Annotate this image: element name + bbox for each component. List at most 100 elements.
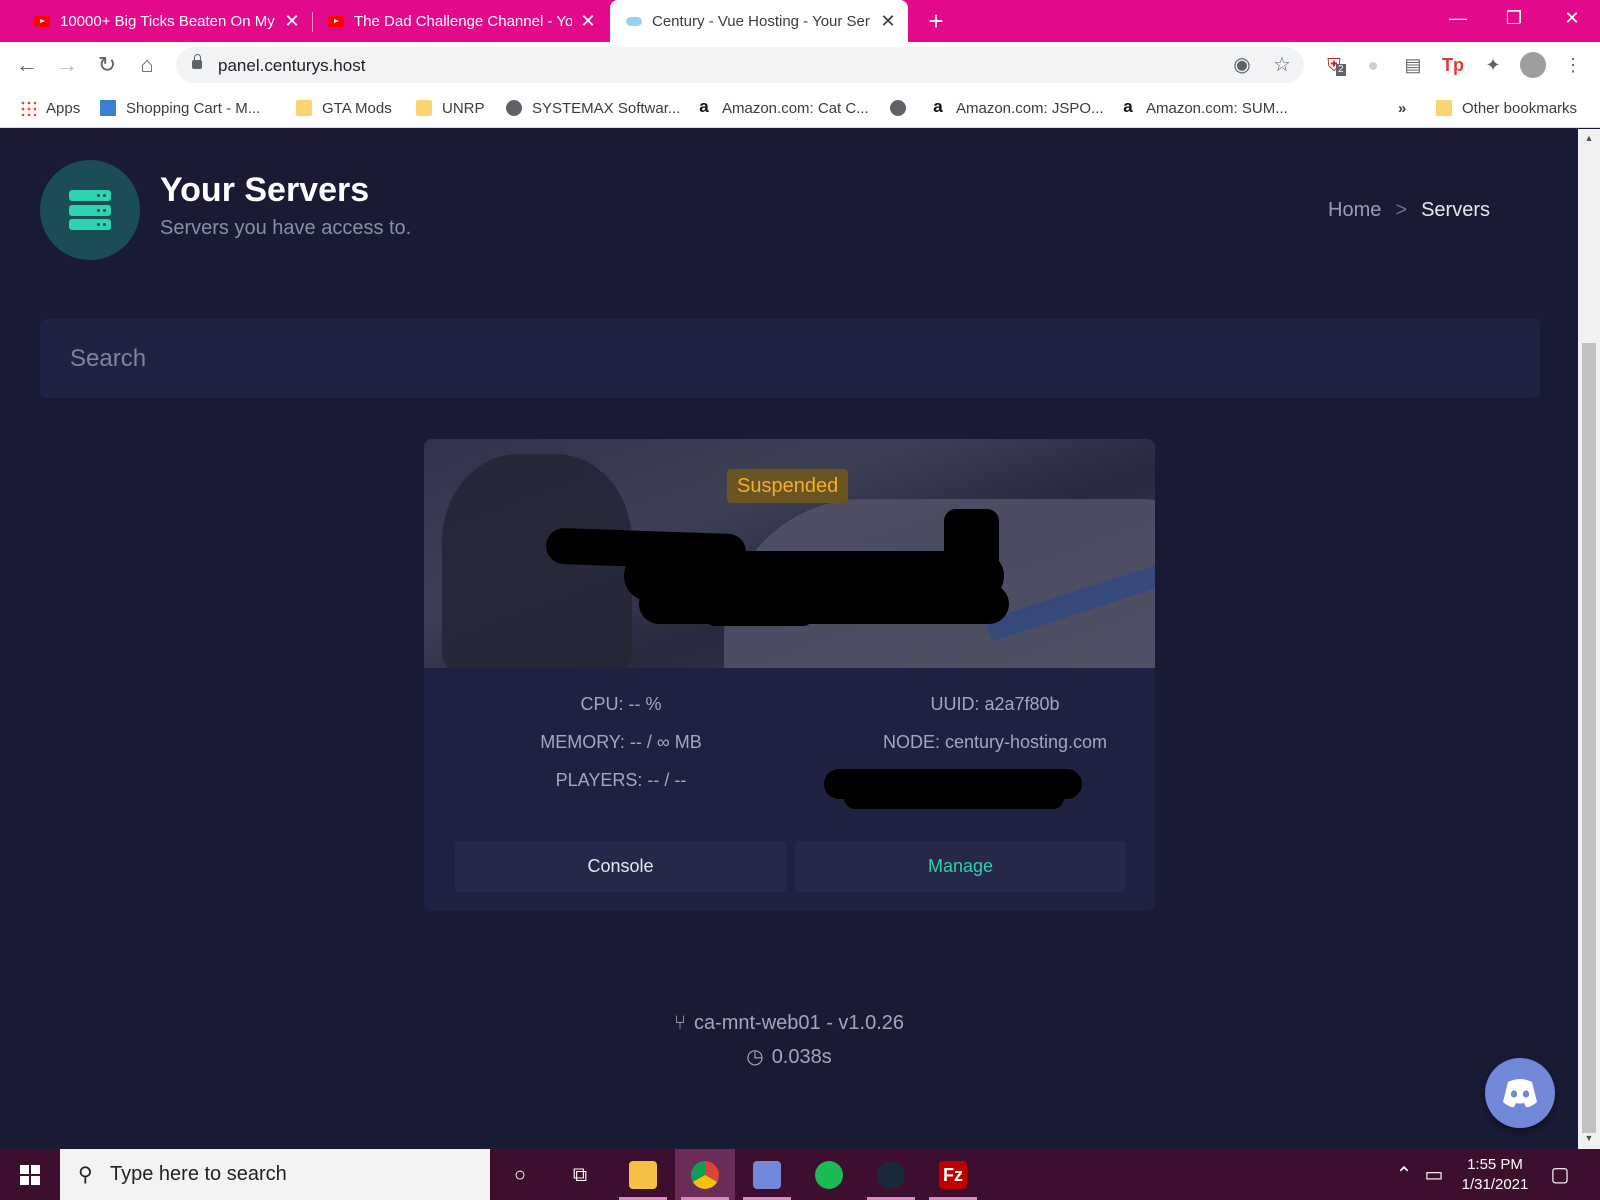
youtube-icon bbox=[34, 15, 50, 27]
cast-extension-icon[interactable]: ▤ bbox=[1400, 52, 1426, 78]
bookmarks-bar: Apps Shopping Cart - M... GTA Mods UNRP … bbox=[0, 88, 1600, 128]
tab-dad-challenge[interactable]: The Dad Challenge Channel - You ✕ bbox=[314, 0, 608, 42]
clock-icon: ◷ bbox=[746, 1046, 764, 1068]
bookmark-shopping-cart[interactable]: Shopping Cart - M... bbox=[100, 96, 260, 120]
restore-button[interactable]: ❐ bbox=[1486, 0, 1542, 38]
tray-chevron-icon[interactable]: ⌃ bbox=[1390, 1161, 1418, 1189]
back-button[interactable]: ← bbox=[12, 50, 42, 80]
discord-icon bbox=[753, 1161, 781, 1189]
discord-app[interactable] bbox=[737, 1149, 797, 1200]
steam-icon bbox=[877, 1161, 905, 1189]
reload-button[interactable]: ↻ bbox=[92, 50, 122, 80]
server-stack-icon bbox=[69, 190, 111, 230]
close-icon[interactable]: ✕ bbox=[578, 11, 598, 31]
breadcrumb: Home > Servers bbox=[1328, 199, 1490, 222]
puzzle-icon[interactable]: ✦ bbox=[1480, 52, 1506, 78]
eye-off-icon[interactable]: ◉ bbox=[1230, 53, 1254, 77]
scroll-up-arrow[interactable]: ▲ bbox=[1583, 133, 1595, 145]
tp-extension-icon[interactable]: Tp bbox=[1440, 52, 1466, 78]
bookmark-gta-mods[interactable]: GTA Mods bbox=[296, 96, 392, 120]
bookmark-globe[interactable] bbox=[890, 96, 916, 120]
bookmark-star-icon[interactable]: ☆ bbox=[1270, 53, 1294, 77]
apps-grid-icon bbox=[20, 100, 36, 116]
taskbar-search-box[interactable]: ⚲ Type here to search bbox=[60, 1149, 490, 1200]
taskbar-clock[interactable]: 1:55 PM 1/31/2021 bbox=[1450, 1155, 1540, 1195]
globe-icon bbox=[890, 100, 906, 116]
bookmarks-overflow-button[interactable]: » bbox=[1398, 96, 1406, 120]
windows-logo-icon bbox=[20, 1165, 40, 1185]
bookmark-amazon-sum[interactable]: a Amazon.com: SUM... bbox=[1120, 96, 1288, 120]
spotify-icon bbox=[815, 1161, 843, 1189]
home-button[interactable]: ⌂ bbox=[132, 50, 162, 80]
scroll-down-arrow[interactable]: ▼ bbox=[1583, 1133, 1595, 1145]
page-subtitle: Servers you have access to. bbox=[160, 217, 412, 239]
folder-icon bbox=[1436, 100, 1452, 116]
notifications-icon[interactable]: ▢ bbox=[1546, 1161, 1574, 1189]
scroll-thumb[interactable] bbox=[1582, 343, 1596, 1133]
git-branch-icon: ⑂ bbox=[673, 1012, 686, 1034]
memory-stat: MEMORY: -- / ∞ MB bbox=[540, 732, 702, 752]
tab-title: The Dad Challenge Channel - You bbox=[354, 12, 572, 30]
tab-century-hosting[interactable]: Century - Vue Hosting - Your Ser ✕ bbox=[610, 0, 908, 42]
cortana-button[interactable]: ○ bbox=[490, 1149, 550, 1200]
console-button[interactable]: Console bbox=[455, 841, 786, 892]
tab-title: 10000+ Big Ticks Beaten On My F bbox=[60, 12, 278, 30]
bookmark-unrp[interactable]: UNRP bbox=[416, 96, 485, 120]
page-title: Your Servers bbox=[160, 171, 370, 209]
node-stat: NODE: century-hosting.com bbox=[882, 732, 1108, 752]
server-search-input[interactable] bbox=[40, 319, 1540, 398]
youtube-icon bbox=[328, 15, 344, 27]
new-tab-button[interactable]: + bbox=[922, 7, 950, 35]
bookmark-amazon-jspo[interactable]: a Amazon.com: JSPO... bbox=[930, 96, 1103, 120]
close-icon[interactable]: ✕ bbox=[878, 11, 898, 31]
timing-text: 0.038s bbox=[771, 1046, 832, 1068]
profile-avatar[interactable] bbox=[1520, 52, 1546, 78]
folder-icon bbox=[416, 100, 432, 116]
ublock-extension-icon[interactable]: ⛨ 2 bbox=[1321, 52, 1347, 78]
minimize-button[interactable]: — bbox=[1430, 0, 1486, 38]
cloud-icon bbox=[626, 16, 642, 26]
close-icon[interactable]: ✕ bbox=[282, 11, 302, 31]
bookmark-systemax[interactable]: SYSTEMAX Softwar... bbox=[506, 96, 680, 120]
taskbar-search-placeholder: Type here to search bbox=[110, 1163, 287, 1185]
tab-ticks-video[interactable]: 10000+ Big Ticks Beaten On My F ✕ bbox=[12, 0, 312, 42]
globe-icon bbox=[506, 100, 522, 116]
cpu-stat: CPU: -- % bbox=[580, 694, 662, 714]
tab-strip: 10000+ Big Ticks Beaten On My F ✕ The Da… bbox=[0, 0, 1600, 42]
servers-header-icon bbox=[40, 160, 140, 260]
filezilla-app[interactable]: Fz bbox=[923, 1149, 983, 1200]
tab-divider bbox=[312, 12, 313, 32]
version-text: ca-mnt-web01 - v1.0.26 bbox=[693, 1012, 905, 1034]
task-view-icon: ⧉ bbox=[572, 1164, 588, 1186]
bookmark-label: Amazon.com: SUM... bbox=[1146, 99, 1288, 117]
discord-chat-button[interactable] bbox=[1485, 1058, 1555, 1128]
windows-taskbar: ⚲ Type here to search ○ ⧉ Fz ⌃ ▭ 1:55 PM… bbox=[0, 1149, 1600, 1200]
chrome-app[interactable] bbox=[675, 1149, 735, 1200]
discord-extension-icon[interactable]: ● bbox=[1360, 52, 1386, 78]
status-badge: Suspended bbox=[727, 469, 849, 503]
address-bar[interactable]: panel.centurys.host ◉ ☆ bbox=[176, 47, 1304, 83]
steam-app[interactable] bbox=[861, 1149, 921, 1200]
breadcrumb-current: Servers bbox=[1421, 199, 1490, 221]
amazon-icon: a bbox=[933, 97, 943, 116]
cart-icon bbox=[100, 100, 116, 116]
other-bookmarks[interactable]: Other bookmarks bbox=[1436, 96, 1577, 120]
bookmark-amazon-cat[interactable]: a Amazon.com: Cat C... bbox=[696, 96, 868, 120]
breadcrumb-separator: > bbox=[1395, 199, 1408, 221]
forward-button[interactable]: → bbox=[52, 50, 82, 80]
page-content: Your Servers Servers you have access to.… bbox=[0, 129, 1578, 1149]
breadcrumb-home-link[interactable]: Home bbox=[1328, 199, 1381, 222]
window-close-button[interactable]: ✕ bbox=[1544, 0, 1600, 38]
bookmark-label: Other bookmarks bbox=[1462, 99, 1578, 117]
file-explorer-app[interactable] bbox=[613, 1149, 673, 1200]
network-icon[interactable]: ▭ bbox=[1420, 1161, 1448, 1189]
task-view-button[interactable]: ⧉ bbox=[550, 1149, 610, 1200]
page-scrollbar[interactable]: ▲ ▼ bbox=[1578, 129, 1600, 1149]
manage-button[interactable]: Manage bbox=[795, 841, 1126, 892]
bookmark-label: SYSTEMAX Softwar... bbox=[532, 99, 681, 117]
spotify-app[interactable] bbox=[799, 1149, 859, 1200]
bookmark-apps[interactable]: Apps bbox=[20, 96, 80, 120]
redaction-mark bbox=[704, 604, 814, 626]
menu-kebab-icon[interactable]: ⋮ bbox=[1560, 52, 1586, 78]
start-button[interactable] bbox=[0, 1149, 60, 1200]
